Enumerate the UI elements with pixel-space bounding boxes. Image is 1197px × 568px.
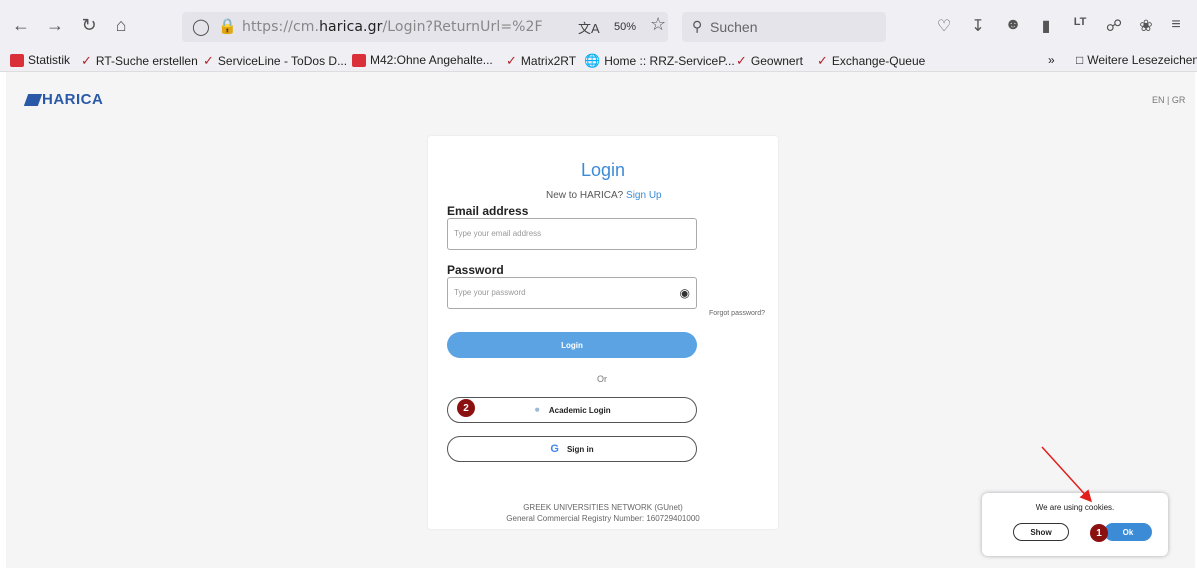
- annotation-arrow: [1041, 446, 1093, 503]
- arrow-line: [1041, 446, 1093, 503]
